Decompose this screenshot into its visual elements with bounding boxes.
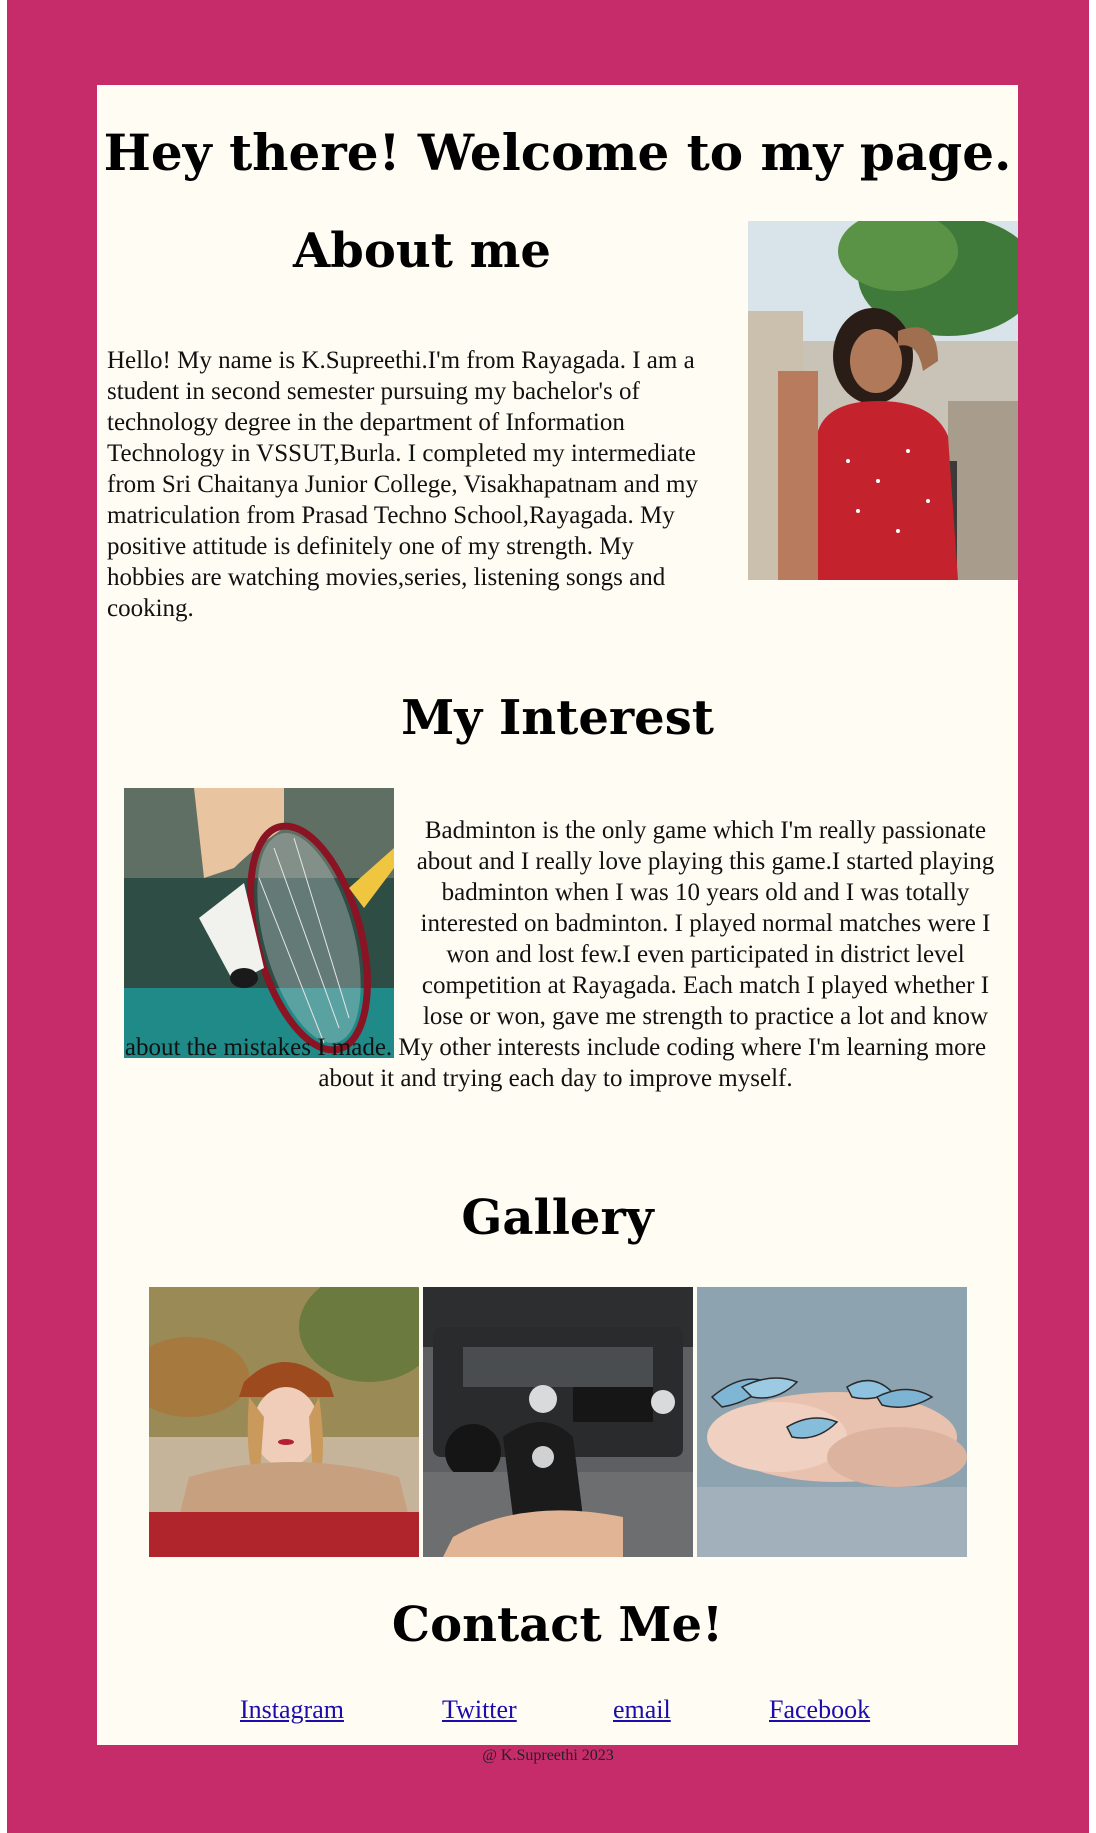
interest-paragraph: Badminton is the only game which I'm rea… (109, 815, 1002, 1094)
contact-heading: Contact Me! (391, 1597, 724, 1653)
gallery-heading: Gallery (461, 1190, 654, 1246)
email-link[interactable]: email (613, 1695, 671, 1725)
footer-text: @ K.Supreethi 2023 (482, 1747, 614, 1764)
about-heading: About me (293, 223, 551, 279)
gallery (149, 1287, 969, 1557)
gallery-image-1 (149, 1287, 419, 1557)
about-paragraph: Hello! My name is K.Supreethi.I'm from R… (107, 347, 698, 622)
gallery-image-3 (697, 1287, 967, 1557)
facebook-link[interactable]: Facebook (769, 1695, 870, 1725)
twitter-link[interactable]: Twitter (442, 1695, 517, 1725)
interest-heading: My Interest (401, 690, 714, 746)
gallery-image-2 (423, 1287, 693, 1557)
instagram-link[interactable]: Instagram (240, 1695, 344, 1725)
page-title: Hey there! Welcome to my page. (103, 123, 1012, 182)
profile-photo (748, 221, 1018, 580)
content-card: Hey there! Welcome to my page. About me … (97, 85, 1018, 1745)
float-spacer (124, 815, 394, 1015)
